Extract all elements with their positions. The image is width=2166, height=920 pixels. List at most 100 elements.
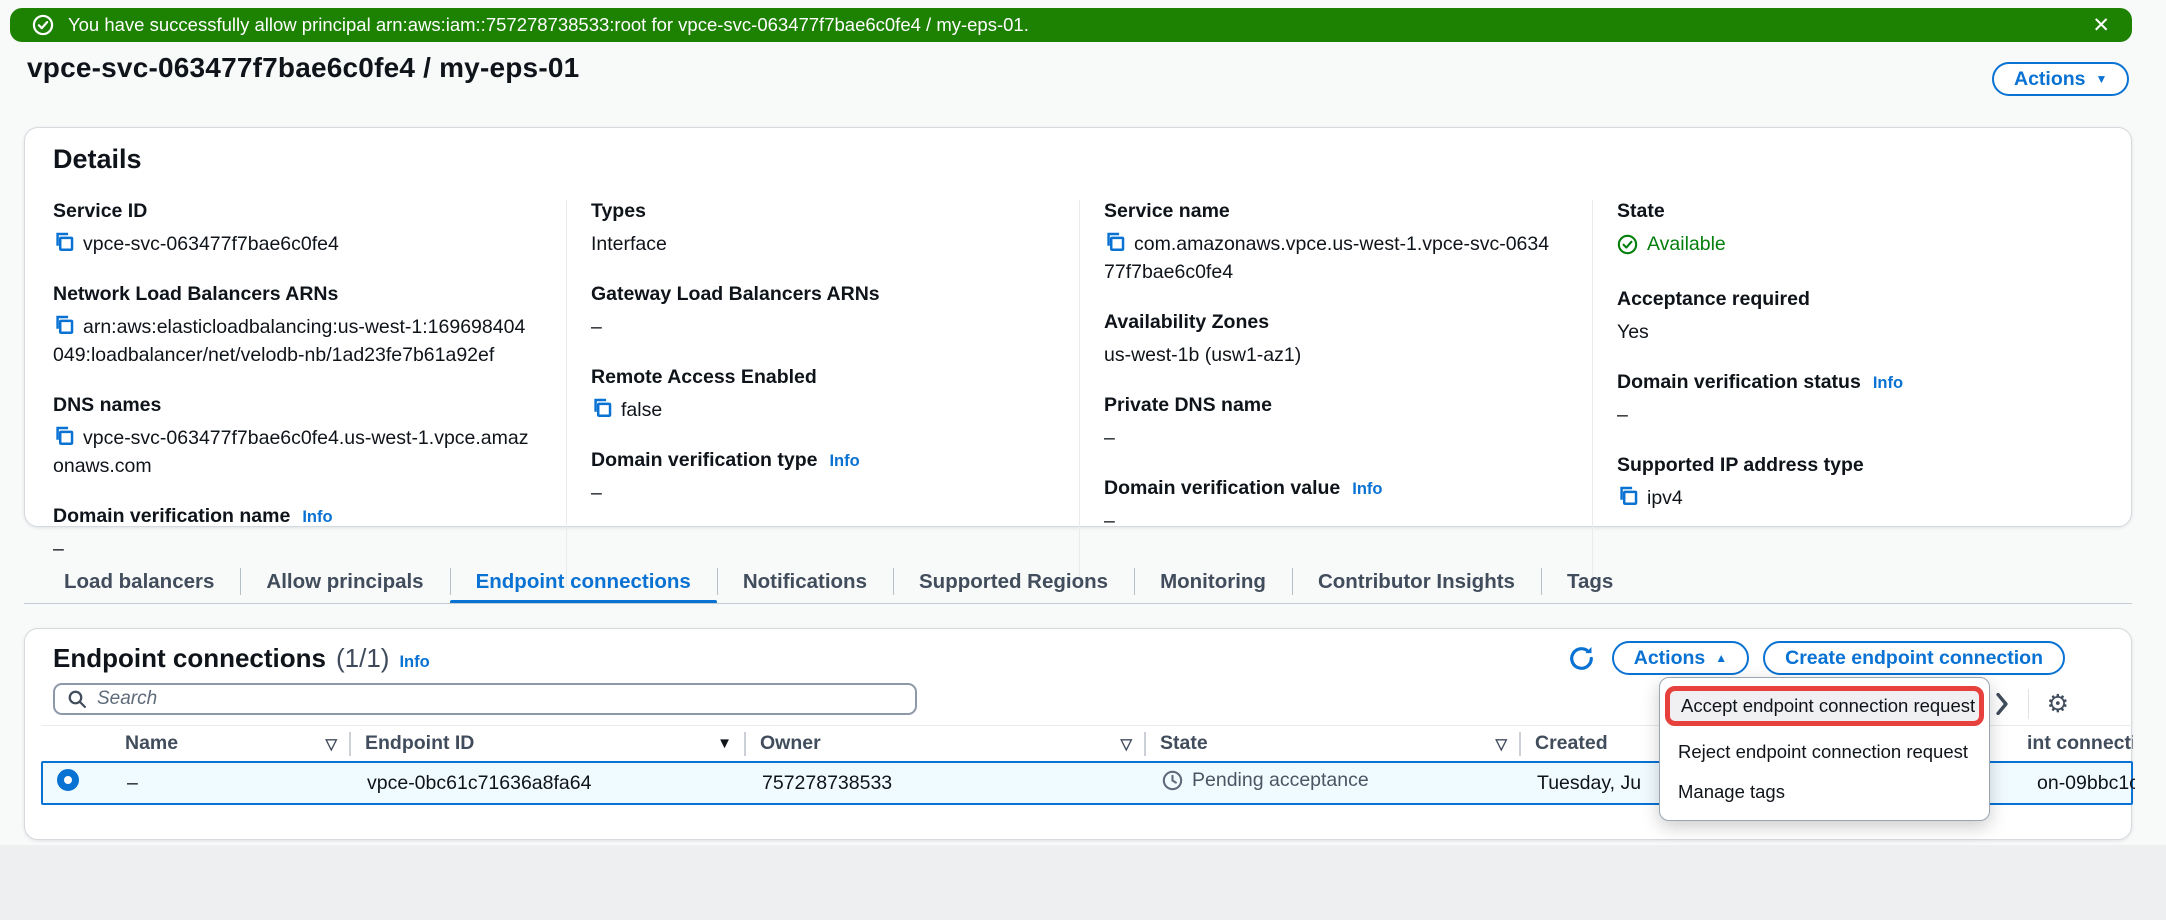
field-value: vpce-svc-063477f7bae6c0fe4 <box>53 230 532 258</box>
row-radio-selected[interactable] <box>57 769 79 791</box>
field-label: Domain verification name <box>53 505 290 528</box>
details-heading: Details <box>53 144 142 175</box>
close-icon[interactable]: ✕ <box>2092 15 2110 36</box>
success-check-icon <box>32 14 54 36</box>
menu-item-manage-tags[interactable]: Manage tags <box>1660 772 1989 812</box>
details-column-3: Service name com.amazonaws.vpce.us-west-… <box>1079 200 1592 588</box>
field-value: – <box>1617 401 2071 429</box>
field-label: State <box>1617 200 2071 223</box>
field-label: Availability Zones <box>1104 311 1558 334</box>
field-label: DNS names <box>53 394 532 417</box>
field-value: ipv4 <box>1617 484 2071 512</box>
filter-icon[interactable]: ▽ <box>1495 735 1507 753</box>
check-circle-icon <box>1617 234 1638 255</box>
tab-monitoring[interactable]: Monitoring <box>1134 560 1292 604</box>
field-label: Types <box>591 200 1045 223</box>
info-link[interactable]: Info <box>1352 480 1382 499</box>
tab-notifications[interactable]: Notifications <box>717 560 893 604</box>
field-label: Domain verification type <box>591 449 817 472</box>
cell-connection-id-clipped: on-09bbc1cd <box>2023 772 2135 795</box>
create-endpoint-connection-button[interactable]: Create endpoint connection <box>1763 641 2065 675</box>
menu-item-reject-endpoint-connection-request[interactable]: Reject endpoint connection request <box>1660 732 1989 772</box>
page-title: vpce-svc-063477f7bae6c0fe4 / my-eps-01 <box>27 52 579 84</box>
filter-icon[interactable]: ▽ <box>325 735 337 753</box>
actions-dropdown-menu: Accept endpoint connection request Rejec… <box>1659 677 1990 821</box>
tabs-divider <box>24 603 2132 604</box>
tab-endpoint-connections[interactable]: Endpoint connections <box>450 560 717 604</box>
tab-bar: Load balancers Allow principals Endpoint… <box>38 560 1639 604</box>
tab-tags[interactable]: Tags <box>1541 560 1639 604</box>
page-actions-button[interactable]: Actions ▼ <box>1992 62 2129 96</box>
field-value: Yes <box>1617 318 2071 346</box>
column-header-name[interactable]: Name ▽ <box>111 726 351 761</box>
pager-divider <box>2028 689 2029 719</box>
page-background <box>0 845 2166 920</box>
field-value: – <box>1104 507 1558 535</box>
column-header-owner[interactable]: Owner ▽ <box>746 726 1146 761</box>
field-label: Acceptance required <box>1617 288 2071 311</box>
caret-up-icon: ▲ <box>1715 652 1727 664</box>
search-box <box>53 683 917 715</box>
column-header-state[interactable]: State ▽ <box>1146 726 1521 761</box>
connections-heading: Endpoint connections <box>53 643 326 674</box>
field-label: Service ID <box>53 200 532 223</box>
banner-message: You have successfully allow principal ar… <box>68 14 1029 36</box>
copy-icon[interactable] <box>591 398 612 419</box>
refresh-icon <box>1568 645 1595 672</box>
field-value: – <box>1104 424 1558 452</box>
success-banner: You have successfully allow principal ar… <box>10 8 2132 42</box>
copy-icon[interactable] <box>53 232 74 253</box>
copy-icon[interactable] <box>53 315 74 336</box>
field-label: Service name <box>1104 200 1558 223</box>
field-label: Private DNS name <box>1104 394 1558 417</box>
details-column-2: Types Interface Gateway Load Balancers A… <box>566 200 1079 588</box>
cell-name: – <box>113 772 353 795</box>
field-label: Domain verification status <box>1617 371 1861 394</box>
field-value: – <box>591 479 1045 507</box>
field-label: Supported IP address type <box>1617 454 2071 477</box>
gear-icon[interactable]: ⚙ <box>2047 692 2069 717</box>
tab-supported-regions[interactable]: Supported Regions <box>893 560 1134 604</box>
cell-owner: 757278738533 <box>748 772 1148 795</box>
status-badge-available: Available <box>1617 230 1726 258</box>
chevron-right-icon[interactable] <box>1994 693 2010 715</box>
info-link[interactable]: Info <box>1873 374 1903 393</box>
field-value: Interface <box>591 230 1045 258</box>
column-header-endpoint-id[interactable]: Endpoint ID ▼ <box>351 726 746 761</box>
field-label: Network Load Balancers ARNs <box>53 283 532 306</box>
connections-actions-button[interactable]: Actions ▲ <box>1612 641 1749 675</box>
field-value: false <box>591 396 1045 424</box>
details-column-1: Service ID vpce-svc-063477f7bae6c0fe4 Ne… <box>53 200 566 588</box>
field-value: vpce-svc-063477f7bae6c0fe4.us-west-1.vpc… <box>53 424 532 480</box>
copy-icon[interactable] <box>53 426 74 447</box>
sort-icon[interactable]: ▼ <box>717 735 732 752</box>
search-icon <box>67 689 87 709</box>
refresh-button[interactable] <box>1566 642 1598 674</box>
field-value: us-west-1b (usw1-az1) <box>1104 341 1558 369</box>
copy-icon[interactable] <box>1104 232 1125 253</box>
field-label: Remote Access Enabled <box>591 366 1045 389</box>
column-header-clipped[interactable]: int connectio <box>2021 726 2133 761</box>
info-link[interactable]: Info <box>302 508 332 527</box>
tab-contributor-insights[interactable]: Contributor Insights <box>1292 560 1541 604</box>
connections-count: (1/1) <box>336 643 389 674</box>
info-link[interactable]: Info <box>399 653 429 672</box>
info-link[interactable]: Info <box>829 452 859 471</box>
select-all-column <box>41 726 111 761</box>
field-label: Gateway Load Balancers ARNs <box>591 283 1045 306</box>
cell-endpoint-id: vpce-0bc61c71636a8fa64 <box>353 772 748 795</box>
field-value: – <box>591 313 1045 341</box>
search-input[interactable] <box>97 688 903 710</box>
tab-load-balancers[interactable]: Load balancers <box>38 560 240 604</box>
details-column-4: State Available Acceptance required Yes … <box>1592 200 2105 588</box>
status-badge-pending: Pending acceptance <box>1162 769 1369 792</box>
details-panel: Details Service ID vpce-svc-063477f7bae6… <box>24 127 2132 527</box>
clock-icon <box>1162 770 1183 791</box>
field-value: com.amazonaws.vpce.us-west-1.vpce-svc-06… <box>1104 230 1558 286</box>
filter-icon[interactable]: ▽ <box>1120 735 1132 753</box>
field-label: Domain verification value <box>1104 477 1340 500</box>
copy-icon[interactable] <box>1617 486 1638 507</box>
field-value: arn:aws:elasticloadbalancing:us-west-1:1… <box>53 313 532 369</box>
tab-allow-principals[interactable]: Allow principals <box>240 560 449 604</box>
menu-item-accept-endpoint-connection-request[interactable]: Accept endpoint connection request <box>1665 686 1984 726</box>
